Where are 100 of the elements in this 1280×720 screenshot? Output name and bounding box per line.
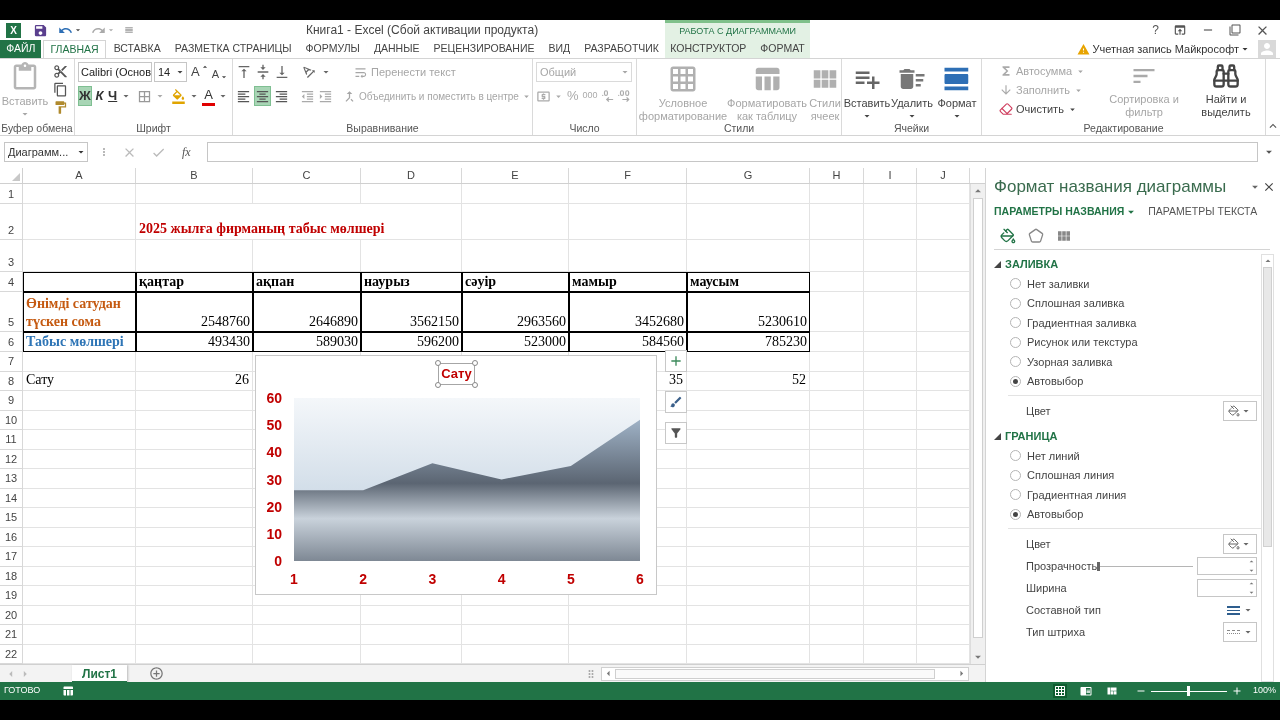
decrease-indent-icon[interactable] <box>300 88 315 104</box>
row-number[interactable]: 10 <box>0 410 23 430</box>
vertical-scrollbar[interactable] <box>970 184 985 664</box>
shrink-font-button[interactable]: A <box>211 62 229 82</box>
expanded-triangle-icon[interactable] <box>994 432 1001 440</box>
selection-handle[interactable] <box>472 360 478 366</box>
option-label[interactable]: Градиентная линия <box>1027 486 1127 503</box>
zoom-level[interactable]: 100% <box>1252 684 1276 698</box>
row-number[interactable]: 19 <box>0 586 23 606</box>
ribbon-tab[interactable]: ФОРМУЛЫ <box>299 40 366 58</box>
row-number[interactable]: 11 <box>0 430 23 450</box>
pane-tab[interactable]: ПАРАМЕТРЫ ТЕКСТА <box>1148 204 1264 220</box>
option-label[interactable]: Рисунок или текстура <box>1027 334 1138 351</box>
ribbon-tab[interactable]: ВСТАВКА <box>107 40 167 58</box>
row-number[interactable]: 13 <box>0 469 23 489</box>
section-title[interactable]: ЗАЛИВКА <box>1005 255 1059 273</box>
spin-field[interactable] <box>1197 557 1258 575</box>
horizontal-scrollbar[interactable] <box>601 666 969 681</box>
font-color-button[interactable]: A <box>202 86 215 106</box>
row-number[interactable]: 16 <box>0 527 23 547</box>
chart-filters-button[interactable] <box>665 422 687 444</box>
column-header[interactable]: B <box>136 168 253 183</box>
page-layout-icon[interactable] <box>1078 684 1093 698</box>
row-number[interactable]: 6 <box>0 332 23 352</box>
account-button[interactable]: Учетная запись Майкрософт <box>1092 40 1251 58</box>
row-number[interactable]: 14 <box>0 488 23 508</box>
ribbon-tab[interactable]: ФОРМАТ <box>754 40 811 58</box>
row-number[interactable]: 18 <box>0 566 23 586</box>
name-box[interactable]: Диаграмм... <box>4 142 88 162</box>
row-number[interactable]: 8 <box>0 371 23 391</box>
column-header[interactable]: F <box>569 168 687 183</box>
option-label[interactable]: Нет заливки <box>1027 275 1090 292</box>
radio-button[interactable] <box>1010 469 1021 481</box>
color-picker-button[interactable] <box>1223 534 1258 554</box>
chart-styles-button[interactable] <box>665 391 687 413</box>
radio-button[interactable] <box>1010 508 1021 520</box>
column-header[interactable]: G <box>687 168 810 183</box>
row-number[interactable]: 4 <box>0 272 23 292</box>
font-name-field[interactable]: Calibri (Основ <box>78 62 152 82</box>
radio-button[interactable] <box>1010 356 1021 368</box>
option-label[interactable]: Сплошная заливка <box>1027 295 1125 312</box>
font-size-field[interactable]: 14 <box>154 62 187 82</box>
grow-font-button[interactable]: A <box>189 62 210 82</box>
close-icon[interactable] <box>1262 180 1276 194</box>
sheet-tab[interactable]: Лист1 <box>72 664 128 683</box>
column-header[interactable]: H <box>810 168 864 183</box>
file-tab[interactable]: ФАЙЛ <box>0 40 42 58</box>
ribbon-tab[interactable]: КОНСТРУКТОР <box>664 40 753 58</box>
column-header[interactable]: J <box>917 168 970 183</box>
color-picker-button[interactable] <box>1223 401 1258 421</box>
ribbon-tab[interactable]: РАЗМЕТКА СТРАНИЦЫ <box>168 40 298 58</box>
text-orientation-icon[interactable] <box>301 64 317 80</box>
ribbon-display-icon[interactable] <box>1173 23 1187 37</box>
insert-function-button[interactable]: fx <box>182 143 191 161</box>
ribbon-button[interactable]: Очистить <box>999 100 1098 118</box>
column-header[interactable]: D <box>361 168 462 183</box>
formula-input[interactable] <box>206 142 1258 162</box>
option-label[interactable]: Автовыбор <box>1027 506 1084 523</box>
increase-indent-icon[interactable] <box>318 88 333 104</box>
radio-button[interactable] <box>1010 336 1021 348</box>
pentagon-icon[interactable] <box>1028 227 1044 244</box>
row-number[interactable]: 3 <box>0 240 23 272</box>
align-top-icon[interactable] <box>236 64 252 80</box>
ribbon-tab[interactable]: ГЛАВНАЯ <box>43 40 106 58</box>
ribbon-tab[interactable]: ВИД <box>542 40 577 58</box>
format-painter-icon[interactable] <box>53 100 68 115</box>
ribbon-tab[interactable]: ДАННЫЕ <box>367 40 426 58</box>
row-number[interactable]: 21 <box>0 625 23 645</box>
row-number[interactable]: 15 <box>0 508 23 528</box>
slider-thumb[interactable] <box>1097 561 1101 571</box>
expanded-triangle-icon[interactable] <box>994 260 1001 268</box>
align-bottom-icon[interactable] <box>274 64 290 80</box>
italic-button[interactable]: К <box>93 86 106 106</box>
row-number[interactable]: 1 <box>0 184 23 204</box>
chart-elements-button[interactable] <box>665 350 687 372</box>
row-number[interactable]: 2 <box>0 204 23 240</box>
borders-icon[interactable] <box>137 88 153 104</box>
row-number[interactable]: 7 <box>0 352 23 372</box>
radio-button[interactable] <box>1010 297 1021 309</box>
radio-button[interactable] <box>1010 317 1021 329</box>
radio-button[interactable] <box>1010 489 1021 501</box>
column-header[interactable]: C <box>253 168 361 183</box>
option-label[interactable]: Автовыбор <box>1027 373 1084 390</box>
scissors-icon[interactable] <box>53 64 68 79</box>
selection-handle[interactable] <box>472 382 478 388</box>
dash-type-button[interactable] <box>1223 622 1258 642</box>
column-header[interactable]: E <box>462 168 569 183</box>
increase-decimal-icon[interactable] <box>600 89 615 103</box>
align-center-icon[interactable] <box>254 86 271 106</box>
radio-button[interactable] <box>1010 278 1021 290</box>
selection-handle[interactable] <box>435 360 441 366</box>
underline-button[interactable]: Ч <box>107 86 119 106</box>
add-sheet-icon[interactable] <box>149 666 165 681</box>
option-label[interactable]: Нет линий <box>1027 447 1080 464</box>
copy-icon[interactable] <box>53 82 68 97</box>
align-middle-icon[interactable] <box>255 64 271 80</box>
ribbon-button[interactable]: Вставить <box>845 64 889 122</box>
macro-record-icon[interactable] <box>62 685 75 697</box>
ribbon-button[interactable]: Найти и выделить <box>1190 62 1262 119</box>
column-header[interactable]: I <box>864 168 917 183</box>
